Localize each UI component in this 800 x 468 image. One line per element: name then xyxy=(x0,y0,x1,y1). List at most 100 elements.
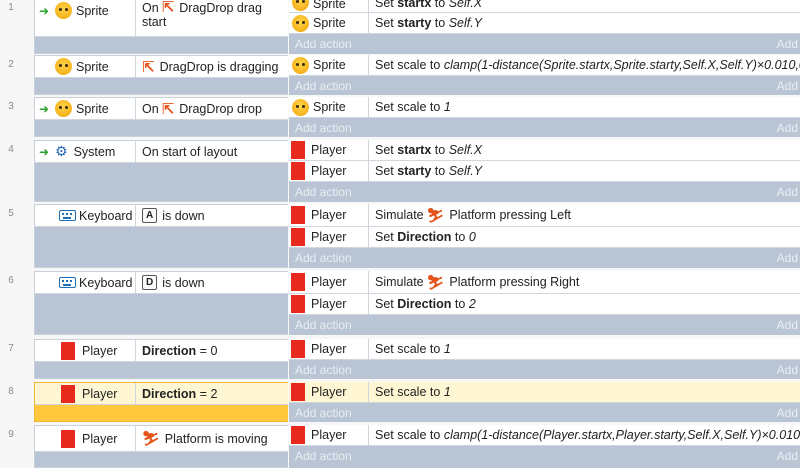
action-text[interactable]: Set starty to Self.Y xyxy=(369,161,800,181)
add-action-button[interactable]: Add action xyxy=(295,185,352,199)
add-button[interactable]: Add xyxy=(777,37,798,51)
action-object[interactable]: Player xyxy=(289,140,369,160)
condition-text[interactable]: Direction = 0 xyxy=(136,340,288,361)
condition-text[interactable]: On ⇱ DragDrop drop xyxy=(136,98,288,119)
condition-panel[interactable]: ➜ Sprite On ⇱ DragDrop drop xyxy=(34,97,288,137)
action-object[interactable]: Sprite xyxy=(289,55,369,75)
action-text[interactable]: Set scale to clamp(1-distance(Player.sta… xyxy=(369,425,800,445)
event-block-7[interactable]: 7 Player Direction = 0 Player Set scale … xyxy=(0,339,800,379)
add-button[interactable]: Add xyxy=(777,406,798,420)
condition-object[interactable]: Keyboard xyxy=(35,272,136,293)
action-row[interactable]: Sprite Set scale to clamp(1-distance(Spr… xyxy=(289,55,800,76)
condition-panel[interactable]: ➜ ⚙ System On start of layout xyxy=(34,140,288,202)
action-row[interactable]: Player Set starty to Self.Y xyxy=(289,161,800,182)
event-block-4[interactable]: 4 ➜ ⚙ System On start of layout Player S… xyxy=(0,140,800,202)
add-action-row[interactable]: Add action Add xyxy=(289,118,800,138)
event-block-9[interactable]: 9 Player ⛷ Platform is moving Player Set… xyxy=(0,425,800,468)
add-action-button[interactable]: Add action xyxy=(295,251,352,265)
condition-row[interactable]: Sprite ⇱ DragDrop is dragging xyxy=(35,56,288,78)
condition-panel[interactable]: Sprite ⇱ DragDrop is dragging xyxy=(34,55,288,95)
action-row[interactable]: Sprite Set startx to Self.X xyxy=(289,0,800,13)
action-text[interactable]: Set scale to clamp(1-distance(Sprite.sta… xyxy=(369,55,800,75)
condition-object[interactable]: ➜ ⚙ System xyxy=(35,141,136,162)
condition-row[interactable]: Player Direction = 2 xyxy=(35,383,288,405)
condition-panel[interactable]: Player ⛷ Platform is moving xyxy=(34,425,288,468)
action-object[interactable]: Player xyxy=(289,294,369,314)
action-text[interactable]: Set Direction to 0 xyxy=(369,227,800,247)
action-row[interactable]: Player Set startx to Self.X xyxy=(289,140,800,161)
condition-object[interactable]: Keyboard xyxy=(35,205,136,226)
action-object[interactable]: Player xyxy=(289,382,369,402)
action-panel[interactable]: Player Simulate ⛷ Platform pressing Left P… xyxy=(289,204,800,268)
add-action-row[interactable]: Add action Add xyxy=(289,403,800,423)
condition-row[interactable]: Player Direction = 0 xyxy=(35,340,288,362)
condition-text[interactable]: On start of layout xyxy=(136,141,288,162)
event-block-8-selected[interactable]: 8 Player Direction = 2 Player Set scale … xyxy=(0,382,800,422)
condition-panel[interactable]: ➜ Sprite On ⇱ DragDrop drag start xyxy=(34,0,288,54)
action-text[interactable]: Simulate ⛷ Platform pressing Right xyxy=(369,271,800,293)
action-row[interactable]: Player Simulate ⛷ Platform pressing Left xyxy=(289,204,800,227)
condition-object[interactable]: Sprite xyxy=(35,56,136,77)
action-row[interactable]: Player Set scale to 1 xyxy=(289,339,800,360)
action-panel[interactable]: Player Set scale to 1 Add action Add xyxy=(289,339,800,379)
event-block-2[interactable]: 2 Sprite ⇱ DragDrop is dragging Sprite S… xyxy=(0,55,800,95)
action-object[interactable]: Player xyxy=(289,161,369,181)
add-action-row[interactable]: Add action Add xyxy=(289,76,800,96)
action-object[interactable]: Player xyxy=(289,271,369,293)
condition-object[interactable]: Player xyxy=(35,340,136,361)
add-button[interactable]: Add xyxy=(777,79,798,93)
add-action-button[interactable]: Add action xyxy=(295,318,352,332)
add-action-row[interactable]: Add action Add xyxy=(289,182,800,202)
action-panel[interactable]: Sprite Set scale to clamp(1-distance(Spr… xyxy=(289,55,800,95)
action-object[interactable]: Sprite xyxy=(289,0,369,12)
event-block-1[interactable]: 1 ➜ Sprite On ⇱ DragDrop drag start Spri… xyxy=(0,0,800,54)
condition-object[interactable]: ➜ Sprite xyxy=(35,98,136,119)
condition-panel[interactable]: Player Direction = 2 xyxy=(34,382,288,422)
add-action-button[interactable]: Add action xyxy=(295,406,352,420)
action-row[interactable]: Sprite Set starty to Self.Y xyxy=(289,13,800,34)
condition-panel[interactable]: Keyboard Dis down xyxy=(34,271,288,335)
add-action-button[interactable]: Add action xyxy=(295,37,352,51)
add-action-row[interactable]: Add action Add xyxy=(289,34,800,54)
action-object[interactable]: Player xyxy=(289,204,369,226)
action-panel[interactable]: Player Simulate ⛷ Platform pressing Right … xyxy=(289,271,800,335)
add-action-row[interactable]: Add action Add xyxy=(289,248,800,268)
action-text[interactable]: Set scale to 1 xyxy=(369,339,800,359)
condition-text[interactable]: ⇱ DragDrop is dragging xyxy=(136,56,288,77)
condition-text[interactable]: On ⇱ DragDrop drag start xyxy=(136,0,288,36)
condition-panel[interactable]: Player Direction = 0 xyxy=(34,339,288,379)
condition-panel[interactable]: Keyboard Ais down xyxy=(34,204,288,268)
action-row[interactable]: Sprite Set scale to 1 xyxy=(289,97,800,118)
action-row[interactable]: Player Set scale to 1 xyxy=(289,382,800,403)
action-text[interactable]: Simulate ⛷ Platform pressing Left xyxy=(369,204,800,226)
add-button[interactable]: Add xyxy=(777,251,798,265)
action-object[interactable]: Sprite xyxy=(289,13,369,33)
event-block-6[interactable]: 6 Keyboard Dis down Player Simulate ⛷ Pl… xyxy=(0,271,800,335)
add-action-button[interactable]: Add action xyxy=(295,121,352,135)
action-panel[interactable]: Player Set scale to 1 Add action Add xyxy=(289,382,800,422)
add-button[interactable]: Add xyxy=(777,363,798,377)
condition-row[interactable]: ➜ Sprite On ⇱ DragDrop drag start xyxy=(35,0,288,37)
condition-object[interactable]: Player xyxy=(35,383,136,404)
condition-text[interactable]: Direction = 2 xyxy=(136,383,288,404)
condition-row[interactable]: Keyboard Dis down xyxy=(35,272,288,294)
add-button[interactable]: Add xyxy=(777,185,798,199)
action-object[interactable]: Player xyxy=(289,227,369,247)
action-object[interactable]: Player xyxy=(289,425,369,445)
condition-row[interactable]: Player ⛷ Platform is moving xyxy=(35,426,288,452)
add-action-row[interactable]: Add action Add xyxy=(289,446,800,466)
action-row[interactable]: Player Set Direction to 2 xyxy=(289,294,800,315)
action-panel[interactable]: Sprite Set startx to Self.X Sprite Set s… xyxy=(289,0,800,54)
condition-text[interactable]: ⛷ Platform is moving xyxy=(136,426,288,451)
action-object[interactable]: Sprite xyxy=(289,97,369,117)
event-block-5[interactable]: 5 Keyboard Ais down Player Simulate ⛷ Pl… xyxy=(0,204,800,268)
add-action-row[interactable]: Add action Add xyxy=(289,360,800,380)
action-object[interactable]: Player xyxy=(289,339,369,359)
action-text[interactable]: Set starty to Self.Y xyxy=(369,13,800,33)
action-panel[interactable]: Sprite Set scale to 1 Add action Add xyxy=(289,97,800,137)
condition-object[interactable]: Player xyxy=(35,426,136,451)
event-block-3[interactable]: 3 ➜ Sprite On ⇱ DragDrop drop Sprite Set… xyxy=(0,97,800,137)
condition-text[interactable]: Dis down xyxy=(136,272,288,293)
add-action-row[interactable]: Add action Add xyxy=(289,315,800,335)
action-text[interactable]: Set startx to Self.X xyxy=(369,0,800,12)
